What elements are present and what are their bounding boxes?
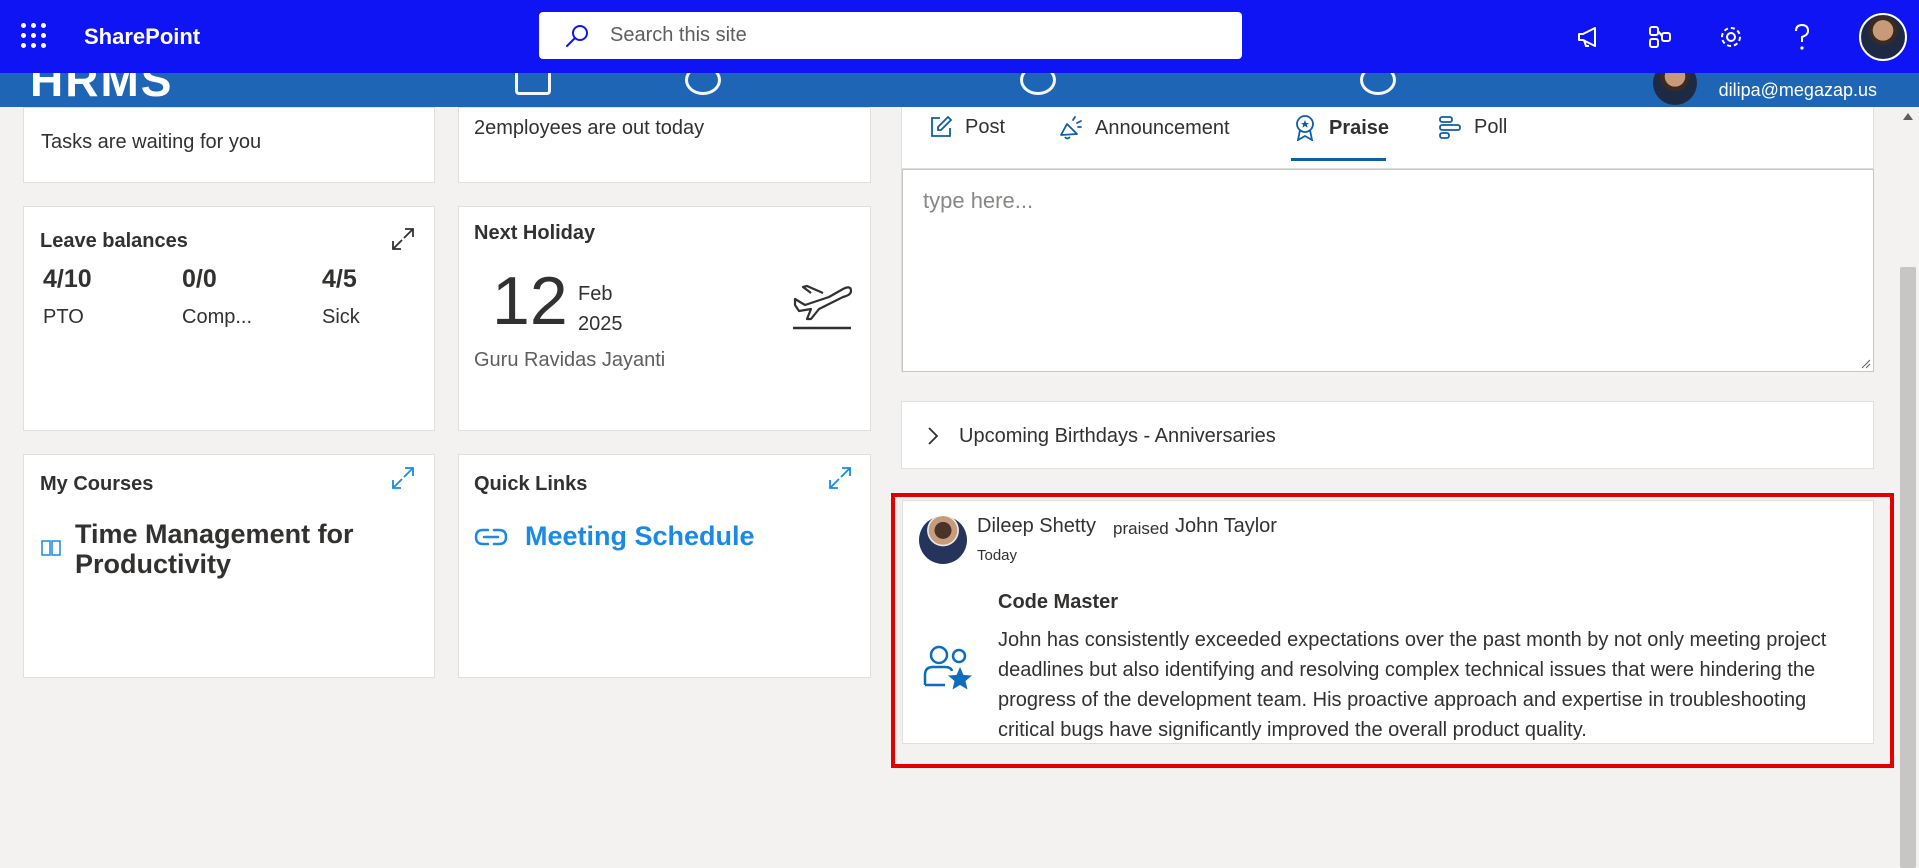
tab-announcement[interactable]: Announcement bbox=[1057, 115, 1230, 141]
my-courses-card: My Courses Time Management for Productiv… bbox=[23, 454, 435, 678]
nav-icon[interactable] bbox=[1020, 73, 1056, 95]
search-icon bbox=[566, 24, 588, 47]
leave-balances-title: Leave balances bbox=[40, 230, 188, 252]
holiday-month: Feb bbox=[578, 283, 613, 305]
quick-links-card: Quick Links Meeting Schedule bbox=[458, 454, 871, 678]
post-textarea[interactable] bbox=[903, 170, 1873, 371]
out-today-card[interactable]: 2employees are out today bbox=[458, 107, 871, 183]
author-avatar[interactable] bbox=[919, 516, 967, 564]
leave-value: 0/0 bbox=[182, 265, 217, 293]
resize-grip-icon[interactable] bbox=[1859, 357, 1871, 369]
nav-icon[interactable] bbox=[685, 73, 721, 95]
praise-post-card: Dileep Shetty praised John Taylor Today … bbox=[902, 500, 1874, 744]
holiday-year: 2025 bbox=[578, 313, 623, 335]
tab-poll[interactable]: Poll bbox=[1438, 115, 1507, 139]
megaphone-icon[interactable] bbox=[1575, 23, 1603, 51]
praise-badge-title: Code Master bbox=[998, 591, 1119, 613]
leave-label: PTO bbox=[43, 306, 84, 328]
share-network-icon[interactable] bbox=[1646, 23, 1674, 51]
edit-icon bbox=[931, 115, 953, 137]
composer-input-box bbox=[902, 169, 1874, 372]
megaphone-icon bbox=[1060, 116, 1082, 140]
user-email: dilipa@megazap.us bbox=[1718, 80, 1877, 100]
nav-icon[interactable] bbox=[1360, 73, 1396, 95]
user-avatar[interactable] bbox=[1859, 12, 1907, 61]
praise-recipient[interactable]: John Taylor bbox=[1175, 515, 1277, 538]
gear-icon[interactable] bbox=[1717, 23, 1745, 51]
leave-item-pto: 4/10 PTO bbox=[43, 265, 92, 329]
search-input[interactable] bbox=[610, 24, 1210, 47]
tab-label: Post bbox=[965, 115, 1006, 138]
leave-label: Sick bbox=[322, 306, 360, 328]
help-icon[interactable] bbox=[1788, 23, 1816, 51]
praise-author[interactable]: Dileep Shetty bbox=[977, 515, 1096, 538]
tab-praise[interactable]: Praise bbox=[1293, 115, 1389, 141]
leave-value: 4/5 bbox=[322, 265, 357, 293]
book-icon bbox=[41, 540, 61, 556]
leave-item-sick: 4/5 Sick bbox=[322, 265, 360, 329]
site-header: HRMS dilipa@megazap.us bbox=[0, 73, 1919, 107]
praise-date: Today bbox=[977, 547, 1018, 564]
tab-label: Poll bbox=[1474, 115, 1508, 138]
scroll-thumb[interactable] bbox=[1900, 267, 1916, 868]
leave-item-comp: 0/0 Comp... bbox=[182, 265, 252, 329]
my-courses-title: My Courses bbox=[40, 473, 154, 495]
praise-message: John has consistently exceeded expectati… bbox=[998, 629, 1827, 741]
active-tab-indicator bbox=[1291, 158, 1386, 161]
quick-links-title: Quick Links bbox=[474, 473, 588, 495]
holiday-name: Guru Ravidas Jayanti bbox=[474, 349, 666, 371]
next-holiday-card: Next Holiday 12 Feb 2025 Guru Ravidas Ja… bbox=[458, 206, 871, 431]
app-launcher-icon[interactable] bbox=[21, 23, 47, 49]
nav-icon[interactable] bbox=[515, 73, 551, 95]
expand-icon[interactable] bbox=[391, 466, 415, 490]
scroll-up-arrow-icon[interactable] bbox=[1903, 113, 1913, 120]
people-star-icon bbox=[923, 645, 972, 690]
page-scrollbar[interactable] bbox=[1897, 107, 1919, 868]
poll-icon bbox=[1439, 116, 1461, 139]
leave-label: Comp... bbox=[182, 306, 253, 328]
app-name[interactable]: SharePoint bbox=[84, 24, 200, 50]
header-avatar bbox=[1653, 73, 1697, 105]
out-today-text: 2employees are out today bbox=[474, 117, 705, 139]
tasks-text: Tasks are waiting for you bbox=[41, 131, 262, 153]
link-icon bbox=[474, 528, 508, 546]
praise-verb: praised bbox=[1113, 519, 1169, 538]
quick-link-meeting-schedule[interactable]: Meeting Schedule bbox=[525, 521, 755, 552]
course-link[interactable]: Time Management for Productivity bbox=[75, 519, 365, 579]
tab-label: Announcement bbox=[1095, 116, 1230, 139]
expand-icon[interactable] bbox=[391, 227, 415, 251]
leave-value: 4/10 bbox=[43, 265, 92, 293]
birthdays-accordion[interactable]: Upcoming Birthdays - Anniversaries bbox=[901, 401, 1874, 469]
suite-bar: SharePoint bbox=[0, 0, 1919, 73]
next-holiday-title: Next Holiday bbox=[474, 222, 596, 244]
tab-post[interactable]: Post bbox=[929, 115, 1005, 139]
chevron-right-icon[interactable] bbox=[926, 426, 940, 446]
search-box[interactable] bbox=[539, 12, 1242, 59]
site-logo[interactable]: HRMS bbox=[30, 73, 173, 107]
tab-label: Praise bbox=[1329, 116, 1390, 139]
expand-icon[interactable] bbox=[828, 466, 852, 490]
airplane-takeoff-icon bbox=[793, 284, 853, 330]
birthdays-label: Upcoming Birthdays - Anniversaries bbox=[959, 425, 1276, 447]
award-ribbon-icon bbox=[1296, 115, 1314, 141]
tasks-card[interactable]: Tasks are waiting for you bbox=[23, 107, 435, 183]
leave-balances-card: Leave balances 4/10 PTO 0/0 Comp... 4/5 … bbox=[23, 206, 435, 431]
suite-icons bbox=[1575, 0, 1919, 73]
holiday-day: 12 bbox=[492, 263, 568, 339]
